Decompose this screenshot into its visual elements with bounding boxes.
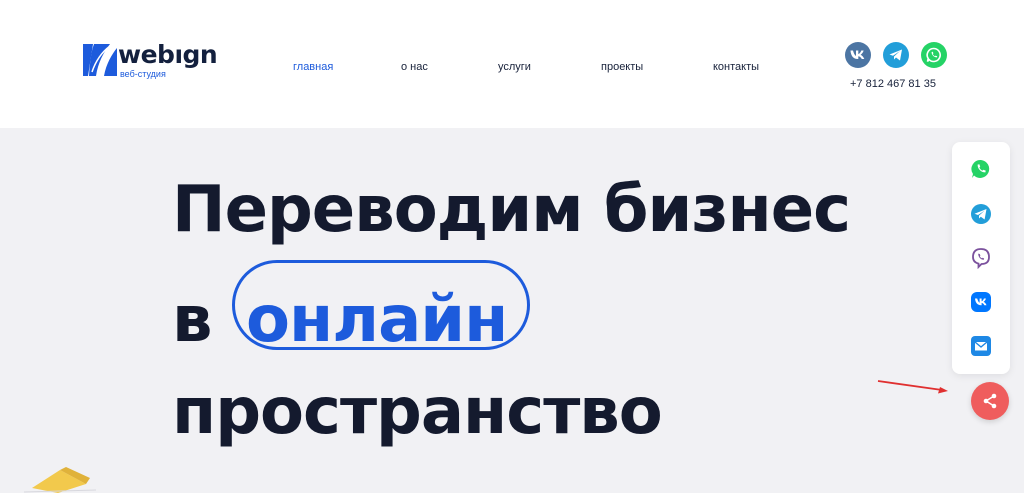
- phone-number[interactable]: +7 812 467 81 35: [850, 77, 936, 91]
- logo-name: webıgn: [118, 40, 218, 69]
- hero-line-1: Переводим бизнес: [172, 173, 851, 247]
- site-header: webıgn веб-студия главная о нас услуги п…: [0, 0, 1024, 128]
- nav-item-projects[interactable]: проекты: [601, 60, 643, 74]
- logo[interactable]: webıgn веб-студия: [80, 40, 230, 84]
- logo-mark-icon: [83, 44, 117, 76]
- email-icon[interactable]: [970, 335, 992, 357]
- share-icon: [983, 393, 997, 409]
- annotation-arrow: [877, 380, 948, 394]
- viber-icon[interactable]: [970, 247, 992, 269]
- share-panel: [952, 142, 1010, 374]
- share-toggle-button[interactable]: [971, 382, 1009, 420]
- whatsapp-icon[interactable]: [921, 42, 947, 68]
- nav-item-home[interactable]: главная: [293, 60, 333, 74]
- whatsapp-icon[interactable]: [970, 158, 992, 180]
- vk-icon[interactable]: [970, 291, 992, 313]
- logo-subtitle: веб-студия: [120, 69, 166, 79]
- header-social-links: [845, 42, 950, 70]
- hero-line-2-prefix: в: [172, 283, 212, 357]
- nav-item-contacts[interactable]: контакты: [713, 60, 759, 74]
- nav-item-about[interactable]: о нас: [401, 60, 428, 74]
- telegram-icon[interactable]: [883, 42, 909, 68]
- vk-icon[interactable]: [845, 42, 871, 68]
- nav-item-services[interactable]: услуги: [498, 60, 531, 74]
- telegram-icon[interactable]: [970, 203, 992, 225]
- hero-line-3: пространство: [172, 375, 663, 449]
- hero-highlight-word: онлайн: [246, 283, 508, 357]
- decorative-shape: [24, 467, 97, 493]
